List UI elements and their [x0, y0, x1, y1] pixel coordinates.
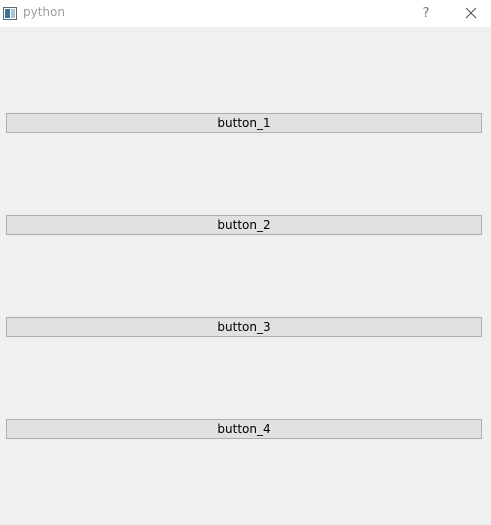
window-content: button_1 button_2 button_3 button_4 — [0, 27, 491, 525]
app-icon — [3, 5, 17, 20]
button-4[interactable]: button_4 — [6, 419, 482, 439]
button-2[interactable]: button_2 — [6, 215, 482, 235]
close-icon — [465, 4, 477, 23]
window-title: python — [23, 5, 65, 19]
help-button[interactable]: ? — [412, 0, 440, 27]
button-1[interactable]: button_1 — [6, 113, 482, 133]
close-button[interactable] — [456, 0, 486, 27]
button-3[interactable]: button_3 — [6, 317, 482, 337]
title-bar: python ? — [0, 0, 491, 27]
help-icon: ? — [422, 6, 430, 21]
